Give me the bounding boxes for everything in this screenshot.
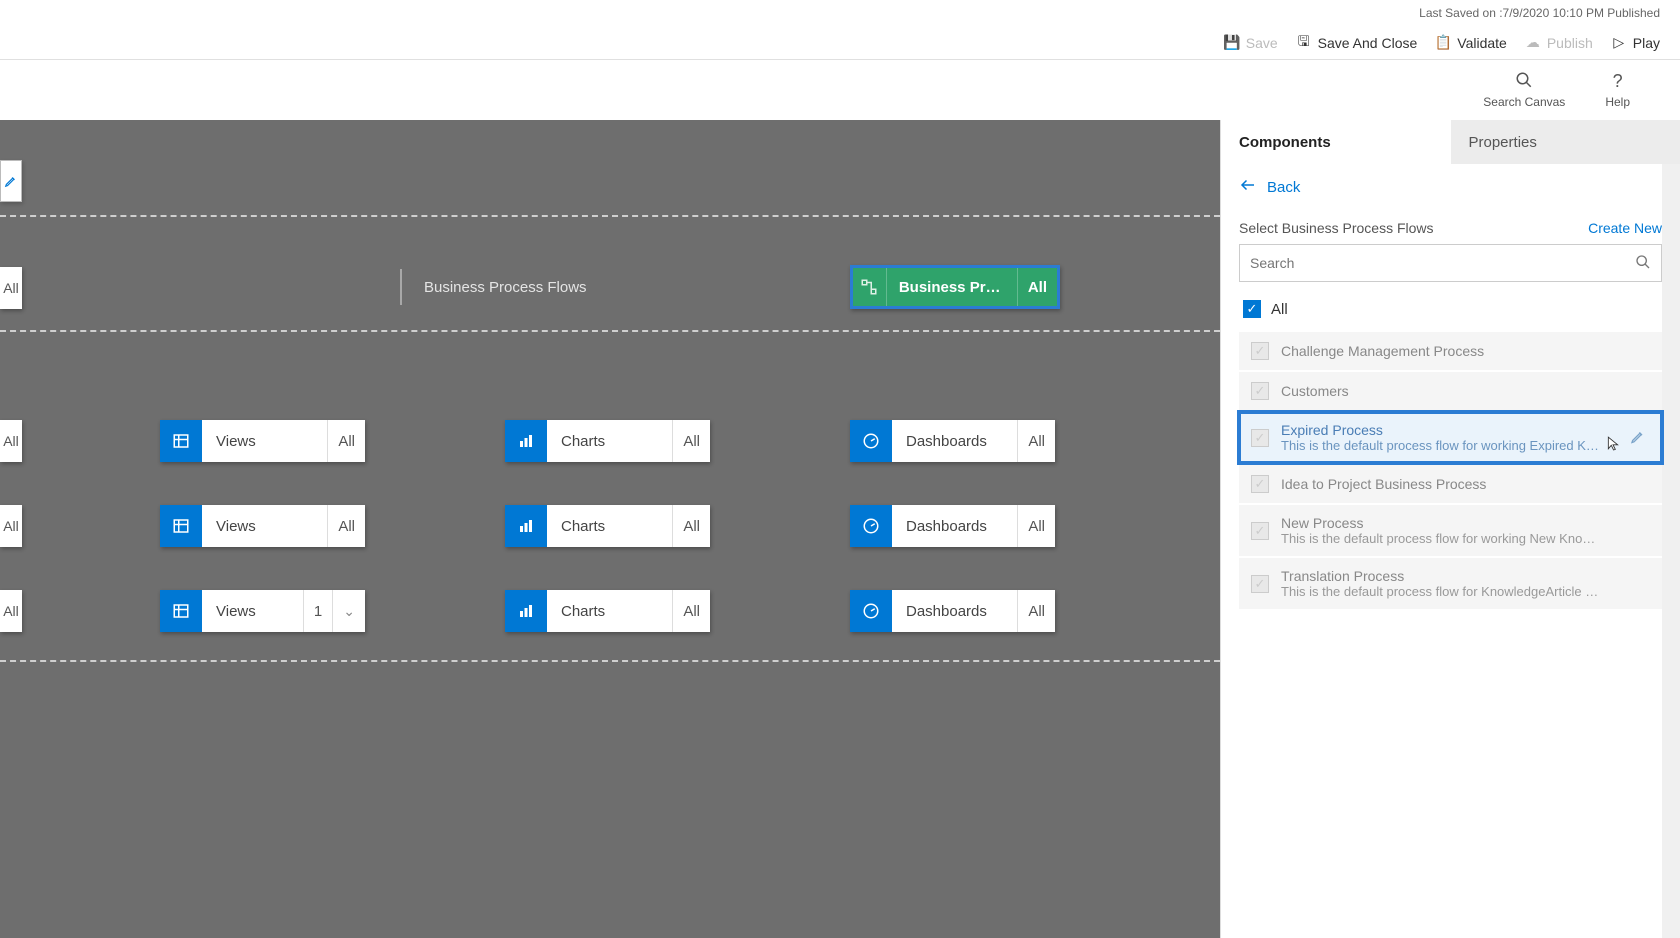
- edit-tile[interactable]: [0, 160, 22, 202]
- section-title: Select Business Process Flows: [1239, 220, 1434, 236]
- bpf-section-label: Business Process Flows: [400, 269, 587, 305]
- section-header: Select Business Process Flows Create New: [1221, 210, 1680, 244]
- flow-item[interactable]: ✓ Idea to Project Business Process: [1239, 465, 1662, 503]
- divider: [0, 660, 1220, 662]
- panel-tabs: Components Properties: [1221, 120, 1680, 164]
- pencil-icon[interactable]: [1630, 428, 1646, 447]
- help-icon: ?: [1613, 71, 1623, 92]
- publish-button[interactable]: ☁ Publish: [1525, 35, 1593, 51]
- views-tile-row1[interactable]: Views All: [160, 420, 365, 462]
- chart-icon: [505, 420, 547, 462]
- toolbar: 💾 Save 🖫 Save And Close 📋 Validate ☁ Pub…: [0, 26, 1680, 60]
- flow-icon: [853, 268, 887, 306]
- save-button[interactable]: 💾 Save: [1224, 35, 1278, 51]
- chart-icon: [505, 505, 547, 547]
- checkbox[interactable]: ✓: [1251, 475, 1269, 493]
- flow-item[interactable]: ✓ Customers: [1239, 372, 1662, 410]
- secondary-bar: Search Canvas ? Help: [0, 60, 1680, 120]
- table-icon: [160, 420, 202, 462]
- tab-properties[interactable]: Properties: [1451, 120, 1680, 164]
- search-box[interactable]: [1239, 244, 1662, 282]
- play-button[interactable]: ▷ Play: [1611, 35, 1660, 51]
- chevron-down-icon[interactable]: ⌄: [332, 590, 365, 632]
- gauge-icon: [850, 420, 892, 462]
- divider: [0, 330, 1220, 332]
- flow-item-selected[interactable]: ✓ Expired Process This is the default pr…: [1237, 410, 1664, 465]
- save-and-close-button[interactable]: 🖫 Save And Close: [1296, 35, 1418, 51]
- validate-button[interactable]: 📋 Validate: [1435, 35, 1507, 51]
- arrow-left-icon: [1239, 176, 1257, 198]
- charts-tile-row2[interactable]: Charts All: [505, 505, 710, 547]
- flow-item[interactable]: ✓ Translation Process This is the defaul…: [1239, 558, 1662, 609]
- gauge-icon: [850, 505, 892, 547]
- divider: [0, 215, 1220, 217]
- flow-list: ✓ Challenge Management Process ✓ Custome…: [1221, 332, 1680, 609]
- tab-components[interactable]: Components: [1221, 120, 1451, 164]
- charts-tile-row1[interactable]: Charts All: [505, 420, 710, 462]
- chart-icon: [505, 590, 547, 632]
- cursor-icon: [1606, 434, 1620, 455]
- flow-item[interactable]: ✓ Challenge Management Process: [1239, 332, 1662, 370]
- edge-badge-row1[interactable]: All: [0, 420, 22, 462]
- charts-tile-row3[interactable]: Charts All: [505, 590, 710, 632]
- bpf-tile-label: Business Proces…: [887, 279, 1017, 296]
- dashboards-tile-row3[interactable]: Dashboards All: [850, 590, 1055, 632]
- status-bar: Last Saved on :7/9/2020 10:10 PM Publish…: [0, 0, 1680, 26]
- gauge-icon: [850, 590, 892, 632]
- checkbox-all[interactable]: ✓: [1243, 300, 1261, 318]
- right-panel: Components Properties Back Select Busine…: [1220, 120, 1680, 938]
- create-new-link[interactable]: Create New: [1588, 220, 1662, 236]
- table-icon: [160, 505, 202, 547]
- save-icon: 💾: [1224, 35, 1240, 51]
- dashboards-tile-row2[interactable]: Dashboards All: [850, 505, 1055, 547]
- save-close-icon: 🖫: [1296, 35, 1312, 51]
- scrollbar[interactable]: [1662, 164, 1680, 938]
- main-area: All Business Process Flows Business Proc…: [0, 120, 1680, 938]
- search-icon[interactable]: [1635, 254, 1651, 273]
- select-all-row[interactable]: ✓ All: [1221, 292, 1680, 332]
- views-tile-row2[interactable]: Views All: [160, 505, 365, 547]
- search-icon: [1515, 71, 1533, 92]
- dashboards-tile-row1[interactable]: Dashboards All: [850, 420, 1055, 462]
- search-canvas-button[interactable]: Search Canvas: [1483, 71, 1565, 109]
- bpf-selected-tile[interactable]: Business Proces… All: [850, 265, 1060, 309]
- checkbox[interactable]: ✓: [1251, 575, 1269, 593]
- bpf-tile-badge: All: [1017, 268, 1057, 306]
- last-saved-text: Last Saved on :7/9/2020 10:10 PM Publish…: [1419, 6, 1660, 20]
- panel-body: Back Select Business Process Flows Creat…: [1221, 164, 1680, 938]
- checkbox[interactable]: ✓: [1251, 429, 1269, 447]
- play-icon: ▷: [1611, 35, 1627, 51]
- checkbox[interactable]: ✓: [1251, 382, 1269, 400]
- search-input[interactable]: [1250, 255, 1635, 271]
- edge-badge-row2[interactable]: All: [0, 505, 22, 547]
- table-icon: [160, 590, 202, 632]
- edge-badge-row3[interactable]: All: [0, 590, 22, 632]
- views-tile-row3[interactable]: Views 1 ⌄: [160, 590, 365, 632]
- checkbox[interactable]: ✓: [1251, 522, 1269, 540]
- edge-badge-bpf[interactable]: All: [0, 267, 22, 309]
- flow-item[interactable]: ✓ New Process This is the default proces…: [1239, 505, 1662, 556]
- help-button[interactable]: ? Help: [1605, 71, 1630, 109]
- publish-icon: ☁: [1525, 35, 1541, 51]
- back-button[interactable]: Back: [1221, 164, 1680, 210]
- validate-icon: 📋: [1435, 35, 1451, 51]
- checkbox[interactable]: ✓: [1251, 342, 1269, 360]
- designer-canvas[interactable]: All Business Process Flows Business Proc…: [0, 120, 1220, 938]
